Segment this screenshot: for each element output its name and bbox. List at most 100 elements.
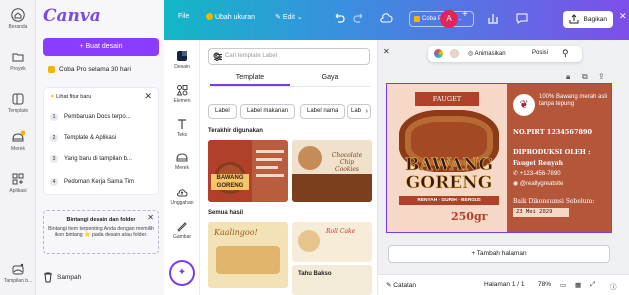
pro-trial-label: Coba Pro selama 30 hari [59, 66, 131, 73]
whats-new-step[interactable]: 3 Yang baru di tampilan b... [50, 152, 154, 166]
template-thumbnail[interactable]: Tahu Bakso [292, 265, 372, 295]
tab-text[interactable]: Teks [164, 118, 200, 138]
duplicate-icon[interactable]: ⧉ [582, 72, 588, 82]
comment-icon[interactable] [515, 11, 529, 25]
filter-chip[interactable]: Label nama [300, 104, 346, 119]
step-number: 2 [50, 134, 58, 142]
position-button[interactable]: Posisi [532, 50, 548, 56]
tab-uploads[interactable]: Unggahan [164, 186, 200, 206]
rail-item-apps[interactable]: Aplikasi [0, 172, 36, 194]
close-icon[interactable]: ✕ [144, 91, 152, 102]
help-icon[interactable]: ⓘ [610, 281, 617, 291]
tab-label: Merek [175, 165, 189, 171]
filter-chip[interactable]: Lab › [347, 104, 371, 119]
share-page-icon[interactable]: ⇪ [598, 72, 605, 81]
trash-label: Sampah [57, 274, 82, 281]
edit-menu[interactable]: ✎ Edit ⌄ [275, 13, 303, 21]
rail-item-home[interactable]: Beranda [0, 8, 36, 30]
crown-icon [414, 16, 420, 22]
crown-icon [206, 13, 213, 20]
analytics-icon[interactable] [486, 11, 500, 25]
instagram-icon: ◉ [513, 181, 519, 187]
rail-label: Proyek [10, 66, 26, 72]
promo-body: Bintangi item terpenting Anda dengan mem… [48, 226, 154, 238]
animate-label: Animasikan [474, 51, 506, 57]
rail-item-templates[interactable]: Template [0, 92, 36, 114]
thumb-text-line [256, 158, 282, 161]
pro-trial-link[interactable]: Coba Pro selama 30 hari [43, 63, 159, 77]
filter-chip[interactable]: Label [208, 104, 237, 119]
lock-icon[interactable]: 🔒︎ [566, 72, 570, 82]
tagline: RENYAH - GURIH - BERGIZI [399, 196, 499, 205]
tab-template[interactable]: Template [210, 70, 290, 86]
star-promo-card: ✕ Bintangi desain dan folder Bintangi it… [43, 210, 159, 254]
onion-badge-icon: ❦ [513, 94, 535, 116]
thumb-title: BAWANG GORENG [211, 174, 249, 190]
template-panel: Cari template Label Template Gaya Label … [200, 40, 378, 295]
tab-design[interactable]: Desain [164, 50, 200, 70]
animate-button[interactable]: ◎ Animasikan [468, 50, 506, 57]
search-placeholder: Cari template Label [225, 53, 278, 59]
tab-brand[interactable]: Merek [164, 151, 200, 171]
avatar[interactable]: A [440, 10, 458, 28]
tab-draw[interactable]: Gambar [164, 220, 200, 240]
template-thumbnail[interactable]: Kaalingoo! [208, 222, 288, 288]
brand-name: FAUGET [415, 92, 479, 106]
notes-button[interactable]: ✎ Catatan [386, 281, 416, 289]
add-collaborator-icon[interactable]: + [462, 9, 468, 20]
cloud-sync-icon[interactable] [379, 11, 393, 25]
whats-new-step[interactable]: 1 Pembaruan Docs terpo... [50, 110, 154, 124]
template-thumbnail[interactable]: BAWANG GORENG [208, 140, 288, 202]
fullscreen-icon[interactable]: ⤢ [590, 281, 595, 289]
tab-label: Gambar [172, 234, 192, 240]
producer-instagram: ◉ @reallygreatsite [513, 180, 563, 187]
template-thumbnail[interactable]: Roll Cake [292, 222, 372, 262]
thumb-text-line [256, 174, 284, 177]
label-design[interactable]: FAUGET BAWANG GORENG RENYAH - GURIH - BE… [386, 83, 612, 233]
whats-new-step[interactable]: 2 Template & Aplikasi [50, 131, 154, 145]
rail-item-projects[interactable]: Proyek [0, 50, 36, 72]
rail-label: Template [7, 108, 29, 114]
close-panel-icon[interactable]: ✕ [383, 47, 390, 56]
tab-label: Desain [174, 64, 190, 70]
undo-icon[interactable] [332, 11, 346, 25]
close-icon[interactable]: ✕ [147, 213, 154, 222]
sparkle-icon: ✦ [50, 94, 55, 100]
upload-icon [176, 189, 188, 197]
grid-view-icon[interactable]: ▦ [575, 281, 581, 289]
chevron-right-icon: › [365, 108, 368, 115]
file-menu[interactable]: File [178, 13, 189, 20]
rail-item-new-view[interactable]: Tampilan b... [0, 262, 36, 284]
zoom-level[interactable]: 78% [538, 281, 551, 288]
create-design-button[interactable]: + Buat desain [43, 38, 159, 56]
step-label: Pedoman Kerja Sama Tim [64, 179, 135, 185]
redo-icon[interactable] [352, 11, 366, 25]
link-icon[interactable]: ⚲ [562, 48, 569, 59]
thumb-footer [292, 174, 372, 202]
canva-logo[interactable]: Canva [43, 6, 101, 26]
rail-label: Tampilan b... [3, 278, 33, 284]
resize-button[interactable]: Ubah ukuran [206, 13, 255, 21]
close-icon[interactable]: ✕ [619, 11, 627, 22]
trash-link[interactable]: Sampah [43, 272, 81, 284]
filter-icon[interactable] [213, 52, 223, 62]
filter-chip[interactable]: Label makanan [240, 104, 296, 119]
editor-canvas: ✕ ◎ Animasikan Posisi ⚲ 🔒︎ ⧉ ⇪ FAUGET BA… [378, 40, 629, 295]
magic-button[interactable]: ✦ [171, 262, 193, 284]
resize-label: Ubah ukuran [214, 14, 256, 21]
share-button[interactable]: Bagikan [563, 11, 613, 28]
draw-icon [177, 222, 187, 232]
page-view-icon[interactable]: ▭ [560, 281, 566, 289]
add-page-button[interactable]: + Tambah halaman [388, 245, 610, 263]
color-swatch[interactable] [450, 49, 459, 58]
instagram-text: @reallygreatsite [519, 181, 564, 187]
phone-icon: ✆ [513, 171, 519, 177]
whats-new-step[interactable]: 4 Pedoman Kerja Sama Tim [50, 175, 154, 189]
tab-style[interactable]: Gaya [290, 70, 370, 86]
template-search-input[interactable]: Cari template Label [208, 48, 370, 65]
color-wheel-icon[interactable] [434, 49, 443, 58]
tab-elements[interactable]: Elemen [164, 84, 200, 104]
template-thumbnail[interactable]: Chocolate Chip Cookies [292, 140, 372, 202]
rail-item-brand[interactable]: Merek [0, 130, 36, 152]
page-indicator[interactable]: Halaman 1 / 1 [484, 281, 524, 288]
